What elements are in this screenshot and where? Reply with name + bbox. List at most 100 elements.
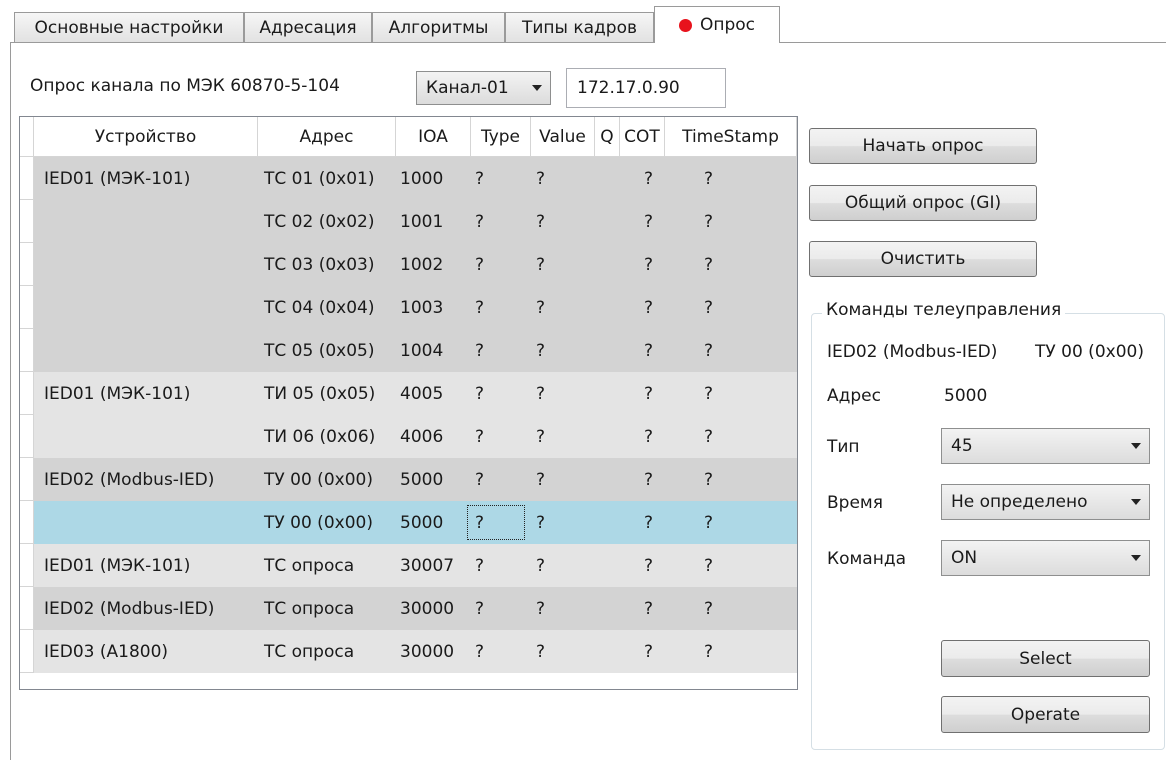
cell-timestamp: ? [704,469,714,490]
address-label: Адрес [827,386,881,406]
cell-value: ? [536,340,546,361]
type-select-value: 45 [951,436,973,456]
cell-timestamp: ? [704,168,714,189]
operate-button[interactable]: Operate [941,696,1150,733]
panel-border [10,42,11,760]
table-row[interactable]: IED03 (A1800) ТС опроса 30000???? [34,630,797,673]
tab-addressing[interactable]: Адресация [244,12,372,42]
column-header-address[interactable]: Адрес [258,117,396,157]
column-header-value[interactable]: Value [531,117,595,157]
row-selector[interactable] [20,630,34,673]
cell-value: ? [536,469,546,490]
cell-type: ? [475,211,485,232]
cell-value: ? [536,254,546,275]
time-select[interactable]: Не определено [941,484,1150,520]
column-header-ioa[interactable]: IOA [396,117,471,157]
table-row[interactable]: IED02 (Modbus-IED) ТУ 00 (0x00) 5000???? [34,458,797,501]
cell-value: ? [536,168,546,189]
tab-algorithms[interactable]: Алгоритмы [372,12,505,42]
table-row[interactable]: IED02 (Modbus-IED) ТС опроса 30000???? [34,587,797,630]
cell-address: ТИ 05 (0x05) [264,383,376,404]
time-select-value: Не определено [951,492,1088,512]
cell-ioa: 5000 [400,512,444,533]
poll-channel-label: Опрос канала по МЭК 60870-5-104 [30,76,340,96]
button-label: Очистить [880,249,966,269]
row-selector[interactable] [20,501,34,544]
table-row[interactable]: ТС 02 (0x02) 1001???? [34,200,797,243]
table-row[interactable]: IED01 (МЭК-101) ТС 01 (0x01) 1000???? [34,157,797,200]
cell-ioa: 1001 [400,211,444,232]
row-selector[interactable] [20,157,34,200]
commands-group-title: Команды телеуправления [822,300,1066,320]
command-device: IED02 (Modbus-IED) [827,342,998,362]
row-selector[interactable] [20,587,34,630]
column-header-type[interactable]: Type [471,117,531,157]
row-selector[interactable] [20,415,34,458]
time-label: Время [827,493,883,513]
column-header-q[interactable]: Q [595,117,620,157]
chevron-down-icon [1131,499,1141,505]
clear-button[interactable]: Очистить [809,241,1037,277]
cell-ioa: 30000 [400,641,455,662]
cell-ioa: 1002 [400,254,444,275]
cell-timestamp: ? [704,254,714,275]
row-selector[interactable] [20,286,34,329]
cell-device: IED02 (Modbus-IED) [44,598,215,619]
cell-cot: ? [644,426,654,447]
cell-address: ТС опроса [264,555,355,576]
cell-ioa: 5000 [400,469,444,490]
cell-cot: ? [644,512,654,533]
cell-timestamp: ? [704,555,714,576]
column-header-cot[interactable]: COT [620,117,665,157]
cell-timestamp: ? [704,512,714,533]
cell-address: ТС опроса [264,641,355,662]
column-header-device[interactable]: Устройство [34,117,258,157]
cell-address: ТС опроса [264,598,355,619]
table-row[interactable]: ТС 05 (0x05) 1004???? [34,329,797,372]
general-interrogation-button[interactable]: Общий опрос (GI) [809,185,1037,221]
row-selector[interactable] [20,329,34,372]
row-selector[interactable] [20,243,34,286]
cell-address: ТУ 00 (0x00) [264,469,373,490]
select-button[interactable]: Select [941,640,1150,677]
command-select[interactable]: ON [941,540,1150,576]
cell-type: ? [475,641,485,662]
table-row[interactable]: ТУ 00 (0x00) 5000???? [34,501,797,544]
ip-address-field[interactable]: 172.17.0.90 [566,68,726,108]
address-value: 5000 [944,386,988,406]
chevron-down-icon [532,85,542,91]
tab-frame-types[interactable]: Типы кадров [505,12,654,42]
cell-timestamp: ? [704,641,714,662]
column-header-timestamp[interactable]: TimeStamp [665,117,797,157]
tab-divider [10,42,1166,43]
table-row[interactable]: ТС 04 (0x04) 1003???? [34,286,797,329]
poll-table[interactable]: Устройство Адрес IOA Type Value Q COT Ti… [19,116,798,690]
cell-ioa: 30007 [400,555,455,576]
row-selector[interactable] [20,458,34,501]
button-label: Operate [1010,704,1081,725]
cell-address: ТУ 00 (0x00) [264,512,373,533]
cell-type: ? [475,340,485,361]
row-selector[interactable] [20,544,34,587]
table-row[interactable]: IED01 (МЭК-101) ТС опроса 30007???? [34,544,797,587]
channel-select[interactable]: Канал-01 [416,71,551,105]
cell-cot: ? [644,254,654,275]
start-poll-button[interactable]: Начать опрос [809,128,1037,164]
cell-value: ? [536,598,546,619]
row-selector[interactable] [20,200,34,243]
tab-main-settings[interactable]: Основные настройки [14,12,244,42]
cell-ioa: 1004 [400,340,444,361]
table-row[interactable]: ТИ 06 (0x06) 4006???? [34,415,797,458]
command-label: Команда [827,549,906,569]
table-row[interactable]: ТС 03 (0x03) 1002???? [34,243,797,286]
cell-cot: ? [644,383,654,404]
tab-poll[interactable]: Опрос [654,6,780,43]
table-row[interactable]: IED01 (МЭК-101) ТИ 05 (0x05) 4005???? [34,372,797,415]
channel-select-value: Канал-01 [426,78,509,98]
cell-value: ? [536,211,546,232]
row-selector[interactable] [20,372,34,415]
cell-ioa: 1000 [400,168,444,189]
cell-value: ? [536,426,546,447]
cell-type: ? [475,426,485,447]
type-select[interactable]: 45 [941,428,1150,464]
